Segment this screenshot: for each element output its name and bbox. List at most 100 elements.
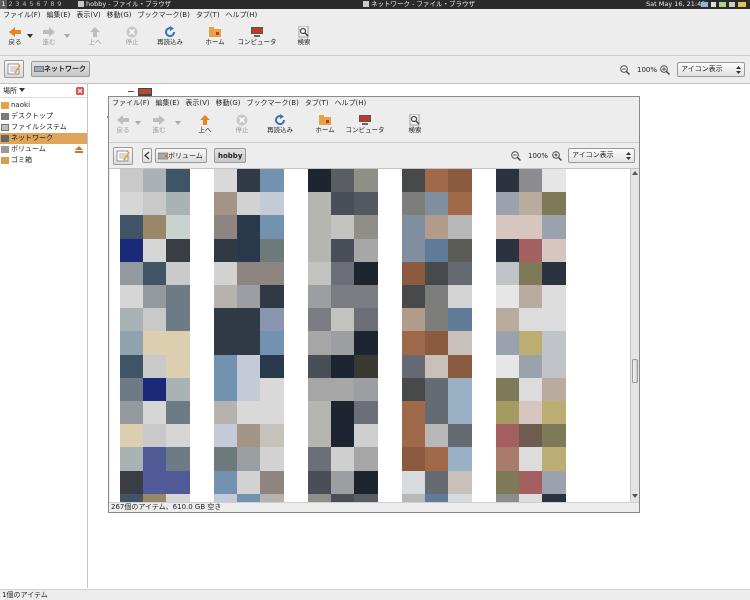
zoom-out-icon[interactable] (620, 65, 630, 75)
sidebar-item-trash[interactable]: ゴミ箱 (0, 155, 87, 166)
menu-bookmarks[interactable]: ブックマーク(B) (135, 9, 193, 21)
menu-tabs[interactable]: タブ(T) (302, 97, 332, 109)
up-button[interactable]: 上へ (83, 26, 107, 46)
path-button-network[interactable]: ネットワーク (31, 61, 90, 77)
scrollbar-thumb[interactable] (632, 359, 638, 383)
back-button[interactable]: 戻る (112, 114, 134, 134)
path-button-volume[interactable]: ボリューム (155, 148, 207, 163)
back-button[interactable]: 戻る (3, 26, 27, 46)
menu-file[interactable]: ファイル(F) (0, 9, 44, 21)
thumbnail-pixel (214, 424, 238, 449)
thumbnail-pixel (120, 470, 144, 495)
inner-status-text: 267個のアイテム、610.0 GB 空き (111, 503, 222, 511)
home-button[interactable]: ホーム (313, 114, 337, 134)
drive-icon (1, 123, 9, 131)
menu-go[interactable]: 移動(G) (213, 97, 244, 109)
scroll-down-arrow-icon[interactable] (632, 494, 638, 499)
chevron-down-icon[interactable] (135, 121, 141, 126)
thumbnail-pixel (331, 470, 356, 495)
sidebar-item-filesystem[interactable]: ファイルシステム (0, 122, 87, 133)
sidebar-item-home[interactable]: naoki (0, 100, 87, 111)
sidebar-item-volume[interactable]: ボリューム (0, 144, 87, 155)
icon-view[interactable] (110, 169, 630, 502)
up-button[interactable]: 上へ (194, 114, 216, 134)
tray-icons (701, 2, 746, 7)
path-button-hobby[interactable]: hobby (214, 148, 247, 163)
zoom-in-icon[interactable] (552, 151, 562, 161)
thumbnail-pixel (308, 331, 332, 356)
thumbnail-pixel (331, 354, 356, 379)
thumbnail-pixel (448, 261, 473, 286)
sidebar-item-network[interactable]: ネットワーク (0, 133, 87, 144)
location-toggle-button[interactable] (113, 147, 133, 165)
menu-bookmarks[interactable]: ブックマーク(B) (244, 97, 302, 109)
menu-help[interactable]: ヘルプ(H) (223, 9, 261, 21)
chevron-down-icon[interactable] (175, 121, 181, 126)
reload-button[interactable]: 再読込み (263, 114, 297, 134)
home-button[interactable]: ホーム (203, 26, 227, 46)
thumbnail-pixel (166, 238, 191, 263)
thumbnail-pixel (120, 331, 144, 356)
menu-edit[interactable]: 編集(E) (44, 9, 74, 21)
eject-icon[interactable] (75, 146, 83, 153)
thumbnail-pixel (402, 308, 426, 333)
menu-edit[interactable]: 編集(E) (153, 97, 183, 109)
sidebar-item-label: ボリューム (11, 145, 46, 153)
workspace-3[interactable]: 3 (14, 0, 21, 9)
computer-button[interactable]: コンピュータ (345, 114, 385, 134)
menu-tabs[interactable]: タブ(T) (193, 9, 223, 21)
workspace-8[interactable]: 8 (49, 0, 56, 9)
workspace-4[interactable]: 4 (21, 0, 28, 9)
task-network[interactable]: ネットワーク - ファイル・ブラウザ (361, 0, 475, 9)
thumbnail-pixel (214, 308, 238, 333)
thumbnail-pixel (425, 424, 450, 449)
computer-button[interactable]: コンピュータ (237, 26, 277, 46)
stop-button[interactable]: 停止 (231, 114, 253, 134)
view-mode-select[interactable]: アイコン表示 (677, 62, 745, 77)
scroll-up-arrow-icon[interactable] (632, 171, 638, 176)
thumbnail-pixel (214, 285, 238, 309)
thumbnail-pixel (448, 447, 473, 472)
thumbnail-pixel (308, 447, 332, 472)
stop-button[interactable]: 停止 (120, 26, 144, 46)
menu-go[interactable]: 移動(G) (104, 9, 135, 21)
computer-label: コンピュータ (345, 126, 385, 134)
workspace-2[interactable]: 2 (7, 0, 14, 9)
workspace-9[interactable]: 9 (56, 0, 63, 9)
up-label: 上へ (88, 38, 102, 46)
zoom-out-icon[interactable] (511, 151, 521, 161)
search-button[interactable]: 検索 (403, 114, 427, 134)
menu-help[interactable]: ヘルプ(H) (332, 97, 370, 109)
menu-file[interactable]: ファイル(F) (109, 97, 153, 109)
search-button[interactable]: 検索 (292, 26, 316, 46)
thumbnail-pixel (260, 447, 285, 472)
workspace-6[interactable]: 6 (35, 0, 42, 9)
close-sidebar-icon[interactable] (76, 87, 84, 95)
thumbnail-pixel (354, 424, 379, 449)
chevron-down-icon[interactable] (27, 34, 33, 39)
task-hobby[interactable]: hobby - ファイル・ブラウザ (76, 0, 171, 9)
volume-icon (1, 145, 9, 153)
reload-label: 再読込み (157, 38, 183, 46)
sidebar-title[interactable]: 場所 (3, 87, 17, 95)
thumbnail-pixel (237, 470, 262, 495)
forward-button[interactable]: 進む (37, 26, 61, 46)
path-scroll-left-button[interactable] (142, 148, 152, 163)
location-toggle-button[interactable] (4, 60, 24, 78)
forward-button[interactable]: 進む (148, 114, 170, 134)
chevron-down-icon[interactable] (64, 34, 70, 39)
menu-view[interactable]: 表示(V) (182, 97, 212, 109)
view-mode-select[interactable]: アイコン表示 (568, 148, 635, 163)
trash-icon (1, 156, 9, 164)
chevron-down-icon[interactable] (19, 88, 26, 93)
menu-view[interactable]: 表示(V) (73, 9, 103, 21)
workspace-7[interactable]: 7 (42, 0, 49, 9)
reload-button[interactable]: 再読込み (153, 26, 187, 46)
vertical-scrollbar[interactable] (630, 169, 639, 502)
network-icon (1, 134, 9, 142)
sidebar-item-desktop[interactable]: デスクトップ (0, 111, 87, 122)
workspace-5[interactable]: 5 (28, 0, 35, 9)
workspace-1[interactable]: 1 (0, 0, 7, 9)
thumbnail-pixel (519, 424, 544, 449)
zoom-in-icon[interactable] (660, 65, 670, 75)
